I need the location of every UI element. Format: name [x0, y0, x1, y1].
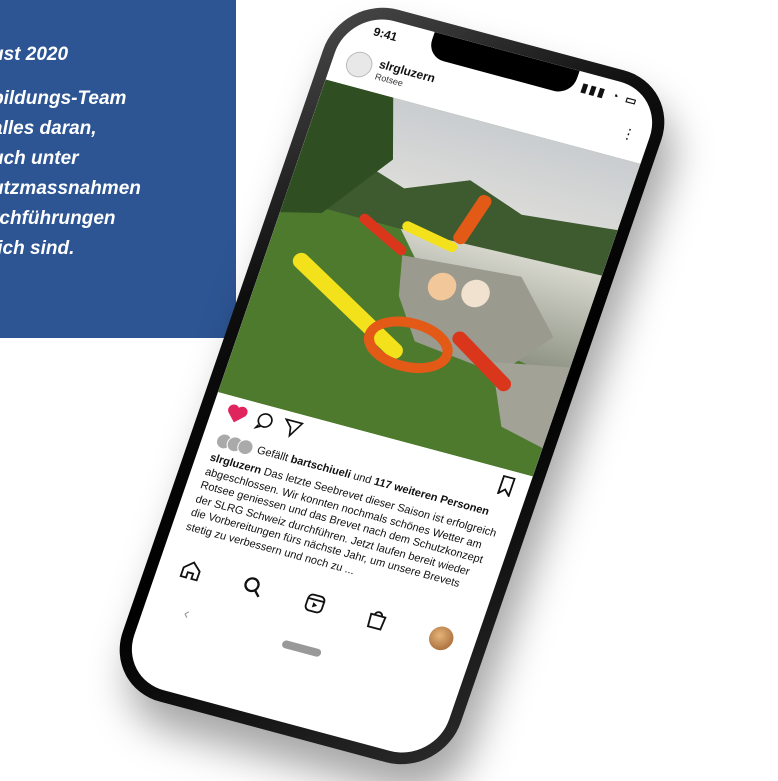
quote-line: uch unter	[0, 148, 79, 169]
quote-line: alles daran,	[0, 118, 97, 139]
home-indicator[interactable]	[280, 639, 323, 658]
like-prefix: Gefällt	[255, 444, 290, 465]
quote-line: lich sind.	[0, 238, 75, 259]
home-icon[interactable]	[175, 557, 205, 589]
quote-line: utzmassnahmen	[0, 178, 141, 199]
heart-icon[interactable]	[221, 401, 251, 431]
reels-icon[interactable]	[299, 590, 329, 622]
back-chevron-icon[interactable]: ‹	[181, 605, 192, 623]
quote-line: rchführungen	[0, 208, 116, 229]
status-time: 9:41	[371, 24, 400, 45]
profile-avatar[interactable]	[425, 623, 457, 653]
like-middle: und	[351, 470, 374, 487]
wifi-icon: ◔	[609, 88, 623, 104]
search-icon[interactable]	[237, 574, 267, 606]
share-icon[interactable]	[277, 416, 305, 446]
bookmark-icon[interactable]	[493, 474, 517, 503]
comment-icon[interactable]	[250, 409, 278, 439]
status-icons: ▮▮▮ ◔ ▭	[579, 80, 641, 109]
more-dots-icon[interactable]: ⋮	[619, 124, 638, 144]
signal-icon: ▮▮▮	[579, 80, 609, 101]
quote-panel: ust 2020 bildungs-Team alles daran, uch …	[0, 0, 236, 338]
battery-icon: ▭	[623, 92, 641, 109]
shop-icon[interactable]	[361, 607, 391, 639]
quote-text: ust 2020 bildungs-Team alles daran, uch …	[0, 40, 236, 264]
quote-line: bildungs-Team	[0, 88, 127, 109]
quote-date: ust 2020	[0, 44, 69, 65]
account-avatar[interactable]	[342, 48, 376, 81]
